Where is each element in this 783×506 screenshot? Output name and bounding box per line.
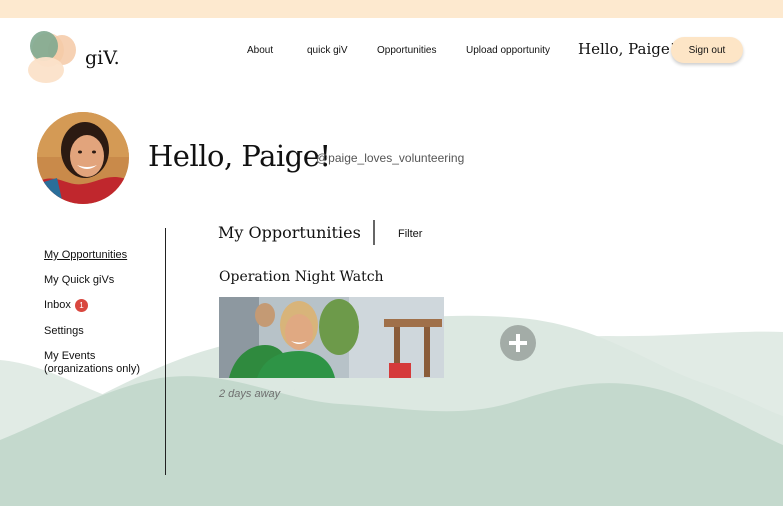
nav-quick-giv[interactable]: quick giV [307, 45, 348, 56]
opportunity-time: 2 days away [219, 388, 281, 400]
sidebar-item-inbox[interactable]: Inbox 1 [44, 299, 88, 312]
sidebar-divider [165, 228, 166, 475]
profile-handle: @paige_loves_volunteering [316, 151, 465, 165]
logo-text[interactable]: giV. [85, 47, 120, 69]
sidebar-item-my-events[interactable]: My Events (organizations only) [44, 350, 140, 376]
nav-upload-opportunity[interactable]: Upload opportunity [466, 45, 550, 56]
opportunity-image[interactable] [219, 297, 444, 378]
sidebar-item-my-quick-givs[interactable]: My Quick giVs [44, 274, 114, 287]
header-greeting: Hello, Paige! [578, 40, 676, 58]
opportunity-title[interactable]: Operation Night Watch [219, 269, 384, 285]
plus-icon [509, 334, 527, 352]
sign-out-button[interactable]: Sign out [671, 37, 743, 63]
add-opportunity-button[interactable] [500, 325, 536, 361]
sidebar-item-settings[interactable]: Settings [44, 325, 84, 338]
avatar [37, 112, 129, 204]
section-title: My Opportunities [218, 223, 361, 242]
filter-button[interactable]: Filter [398, 228, 422, 240]
blob-logo-icon[interactable] [24, 30, 82, 86]
inbox-count-badge: 1 [74, 299, 88, 312]
profile-greeting: Hello, Paige! [148, 139, 331, 173]
sidebar-item-my-opportunities[interactable]: My Opportunities [44, 249, 127, 262]
sidebar-item-label: My Events [44, 350, 96, 362]
nav-about[interactable]: About [247, 45, 273, 56]
title-divider [373, 220, 375, 245]
top-banner-strip [0, 0, 783, 18]
sidebar-item-label: Inbox [44, 299, 71, 311]
sidebar-item-sublabel: (organizations only) [44, 363, 140, 375]
nav-opportunities[interactable]: Opportunities [377, 45, 436, 56]
